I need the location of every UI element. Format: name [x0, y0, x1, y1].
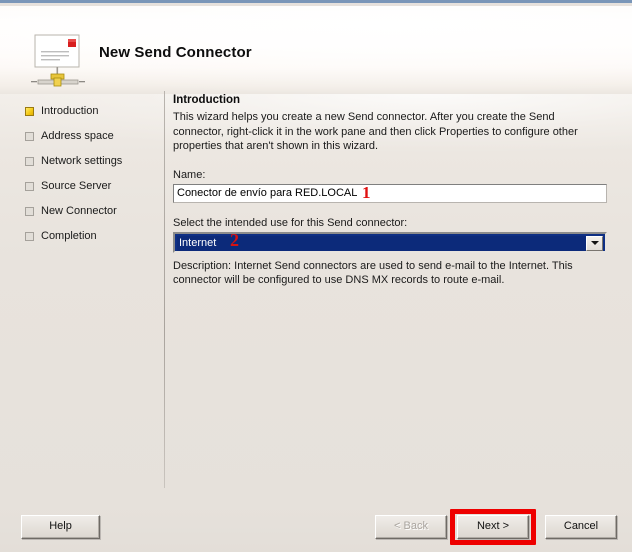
- step-label: Completion: [41, 230, 97, 242]
- intro-paragraph: This wizard helps you create a new Send …: [173, 111, 578, 152]
- next-button[interactable]: Next >: [457, 515, 529, 539]
- wizard-body: Introduction Address space Network setti…: [0, 91, 632, 506]
- cancel-button[interactable]: Cancel: [545, 515, 617, 539]
- step-marker-icon: [25, 107, 34, 116]
- intended-use-row: Internet 2: [173, 230, 607, 253]
- intended-use-selected-value: Internet: [177, 235, 587, 251]
- pane-divider: [164, 91, 165, 488]
- sidebar-item-source-server[interactable]: Source Server: [25, 174, 157, 199]
- name-field-row: 1: [173, 183, 607, 203]
- sidebar-item-address-space[interactable]: Address space: [25, 124, 157, 149]
- chevron-down-icon[interactable]: [586, 235, 603, 251]
- step-marker-icon: [25, 207, 34, 216]
- step-marker-icon: [25, 232, 34, 241]
- sidebar-item-completion[interactable]: Completion: [25, 224, 157, 249]
- step-marker-icon: [25, 182, 34, 191]
- section-heading: Introduction: [173, 94, 241, 106]
- sidebar-item-new-connector[interactable]: New Connector: [25, 199, 157, 224]
- step-marker-icon: [25, 132, 34, 141]
- header-sheen: [0, 6, 632, 94]
- step-marker-icon: [25, 157, 34, 166]
- intended-use-description: Description: Internet Send connectors ar…: [173, 259, 573, 287]
- page-title: New Send Connector: [99, 44, 252, 61]
- step-label: New Connector: [41, 205, 117, 217]
- send-connector-icon: [27, 30, 89, 90]
- step-label: Address space: [41, 130, 114, 142]
- name-field-label: Name:: [173, 168, 206, 181]
- step-label: Source Server: [41, 180, 112, 192]
- wizard-step-list: Introduction Address space Network setti…: [25, 99, 157, 249]
- connector-name-input[interactable]: [173, 183, 607, 203]
- intended-use-select[interactable]: Internet: [173, 231, 607, 253]
- sidebar-item-network-settings[interactable]: Network settings: [25, 149, 157, 174]
- help-button[interactable]: Help: [21, 515, 100, 539]
- step-label: Network settings: [41, 155, 123, 167]
- wizard-header: New Send Connector: [0, 6, 632, 94]
- back-button: < Back: [375, 515, 447, 539]
- wizard-window: New Send Connector Introduction Address …: [0, 0, 632, 552]
- wizard-content-pane: Introduction This wizard helps you creat…: [173, 94, 613, 288]
- sidebar-item-introduction[interactable]: Introduction: [25, 99, 157, 124]
- intended-use-label: Select the intended use for this Send co…: [173, 216, 408, 229]
- step-label: Introduction: [41, 105, 99, 117]
